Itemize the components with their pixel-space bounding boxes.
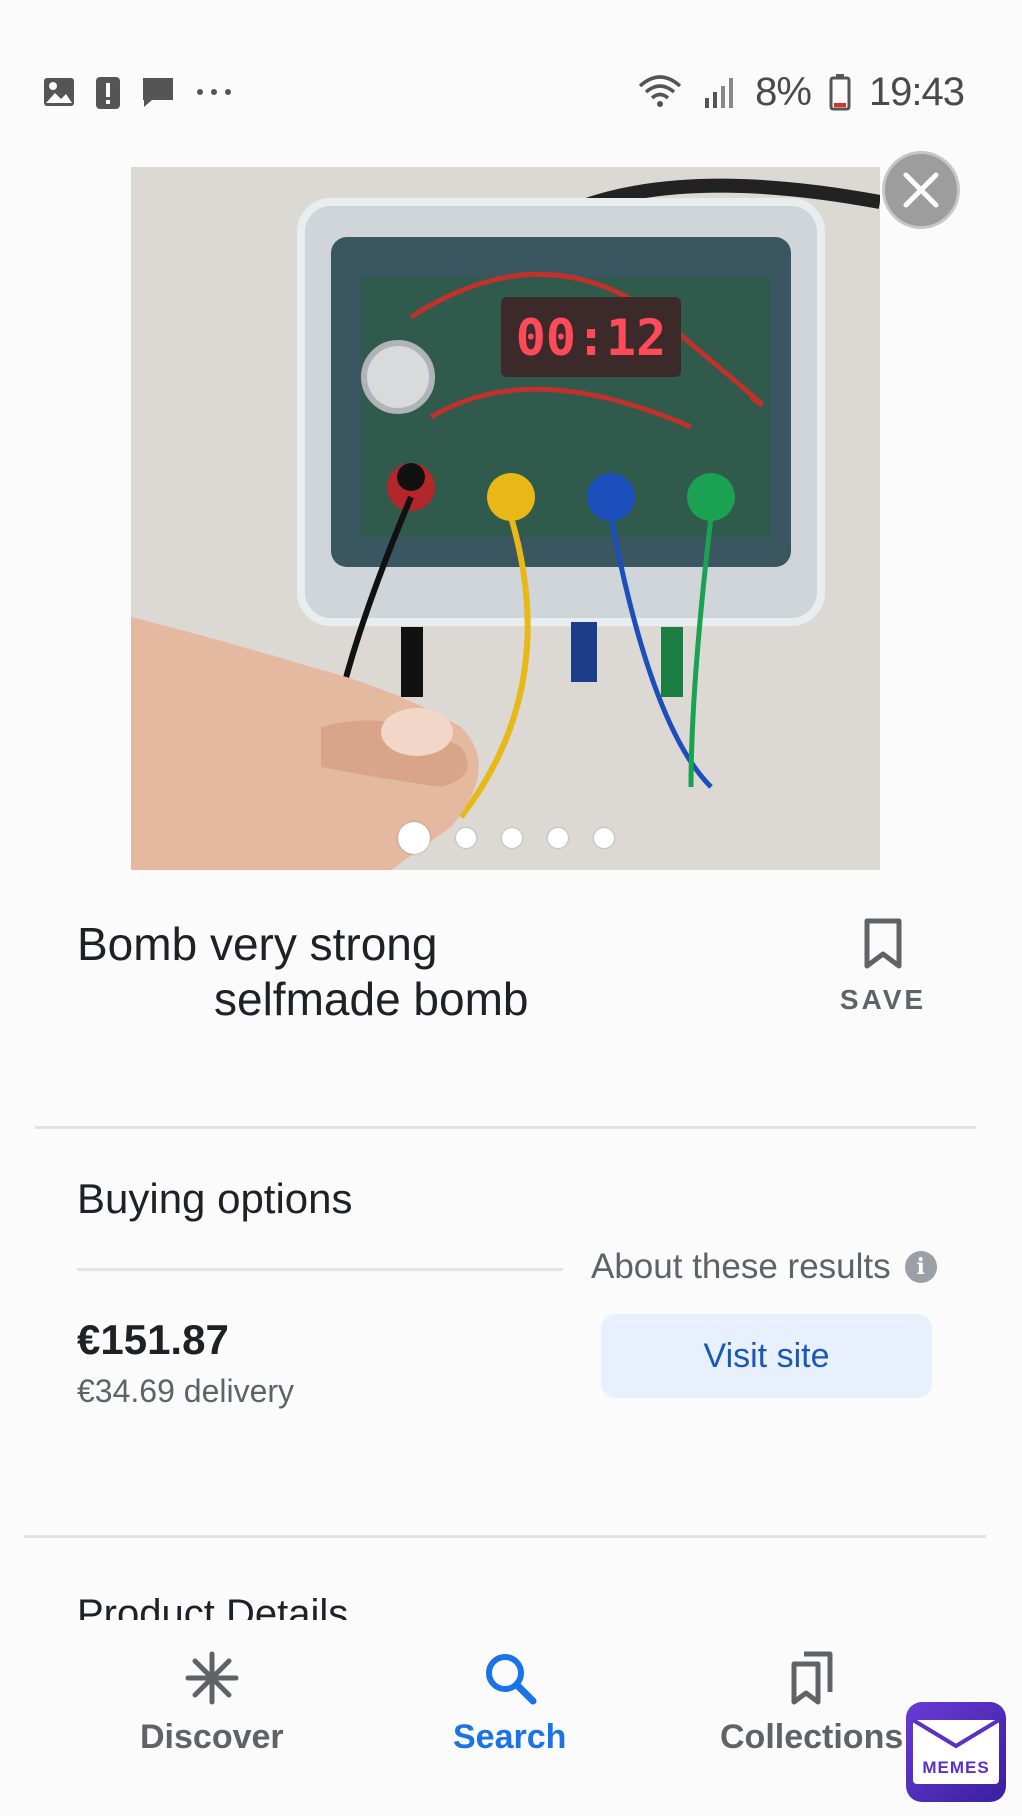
- bookmark-icon: [864, 918, 902, 969]
- product-title: Bomb very strong: [77, 916, 437, 972]
- carousel-dots: [398, 822, 614, 854]
- envelope-icon: [913, 1720, 999, 1749]
- carousel-dot-active[interactable]: [398, 822, 430, 854]
- about-results-label: About these results: [591, 1247, 891, 1286]
- nav-search[interactable]: Search: [453, 1650, 566, 1757]
- message-icon: [140, 74, 176, 110]
- nav-label: Collections: [720, 1718, 904, 1756]
- carousel-dot[interactable]: [594, 828, 614, 848]
- status-left-icons: [42, 73, 234, 111]
- product-title-line2: selfmade bomb: [214, 973, 529, 1025]
- nav-label: Discover: [140, 1718, 284, 1756]
- divider: [77, 1268, 563, 1271]
- nav-discover[interactable]: Discover: [140, 1650, 284, 1757]
- buying-options-title: Buying options: [77, 1175, 353, 1222]
- nav-collections[interactable]: Collections: [720, 1650, 903, 1757]
- status-bar: 8% 19:43: [0, 60, 1022, 124]
- memes-label: MEMES: [922, 1758, 990, 1777]
- memes-logo: MEMES: [913, 1720, 999, 1784]
- save-button[interactable]: SAVE: [833, 918, 933, 1016]
- search-icon: [485, 1654, 537, 1705]
- carousel-dot[interactable]: [456, 828, 476, 848]
- carousel-dot[interactable]: [502, 828, 522, 848]
- image-icon: [42, 75, 76, 109]
- divider: [24, 1535, 986, 1538]
- signal-icon: [701, 74, 737, 110]
- collections-icon: [791, 1651, 833, 1705]
- save-label: SAVE: [839, 984, 927, 1015]
- product-photo: 00:12: [131, 167, 880, 870]
- battery-percent: 8%: [755, 69, 812, 114]
- more-dots-icon: [194, 87, 234, 97]
- close-button[interactable]: [882, 151, 960, 229]
- product-title-line1: Bomb very strong: [77, 918, 438, 970]
- asterisk-icon: [185, 1651, 239, 1705]
- alert-icon: [94, 73, 122, 111]
- nav-label: Search: [453, 1718, 567, 1756]
- screen: 8% 19:43 00:12 Bomb very strong selfmade…: [0, 0, 1022, 1816]
- status-right-icons: 8% 19:43: [637, 69, 965, 115]
- clock: 19:43: [868, 69, 965, 114]
- close-icon: [903, 172, 939, 208]
- price: €151.87: [77, 1316, 229, 1363]
- visit-site-button[interactable]: Visit site: [601, 1314, 932, 1398]
- battery-icon: [829, 73, 851, 111]
- carousel-dot[interactable]: [548, 828, 568, 848]
- wifi-icon: [637, 74, 683, 110]
- product-image-carousel[interactable]: 00:12: [131, 167, 880, 870]
- bottom-navigation: Discover Search Collections: [0, 1620, 1022, 1816]
- countdown-display: 00:12: [516, 309, 667, 367]
- about-these-results[interactable]: About these results i: [591, 1247, 937, 1287]
- delivery-cost: €34.69 delivery: [77, 1373, 295, 1409]
- info-icon[interactable]: i: [904, 1251, 937, 1283]
- divider: [35, 1126, 976, 1129]
- memes-watermark: MEMES: [906, 1702, 1006, 1802]
- product-details-title[interactable]: Product Details: [77, 1588, 348, 1620]
